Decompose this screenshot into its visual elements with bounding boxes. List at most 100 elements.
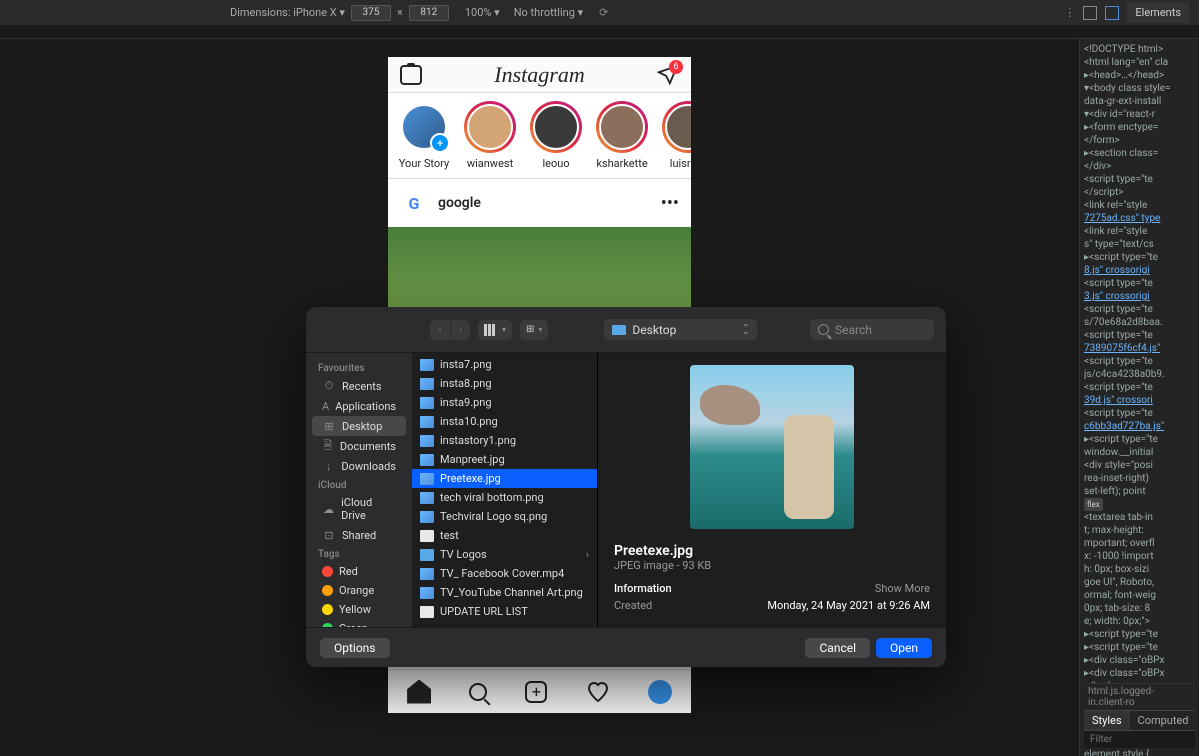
source-line[interactable]: <!DOCTYPE html> <box>1084 43 1195 56</box>
source-line[interactable]: ▸<div class="oBPx <box>1084 654 1195 667</box>
rotate-icon[interactable]: ⟳ <box>599 6 608 19</box>
source-line[interactable]: e; width: 0px;"> <box>1084 615 1195 628</box>
source-line[interactable]: <div style="posi <box>1084 459 1195 472</box>
source-line[interactable]: ▸<script type="te <box>1084 641 1195 654</box>
source-line[interactable]: ▸<script type="te <box>1084 433 1195 446</box>
tag-orange[interactable]: Orange <box>312 581 406 600</box>
file-row[interactable]: tech viral bottom.png <box>412 488 597 507</box>
source-line[interactable]: 8.js" crossorigi <box>1084 264 1195 277</box>
stories-row[interactable]: Your Story wianwest leouo ksharkette luisraf… <box>388 93 691 179</box>
source-line[interactable]: c6bb3ad727ba.js" <box>1084 420 1195 433</box>
source-line[interactable]: 0px; tab-size: 8 <box>1084 602 1195 615</box>
source-line[interactable]: set-left); point <box>1084 485 1195 498</box>
file-row[interactable]: UPDATE URL LIST <box>412 602 597 621</box>
source-line[interactable]: h: 0px; box-sizi <box>1084 563 1195 576</box>
source-line[interactable]: <script type="te <box>1084 303 1195 316</box>
more-icon[interactable]: ⋮ <box>1064 6 1075 19</box>
source-line[interactable]: </div> <box>1084 160 1195 173</box>
post-username[interactable]: google <box>438 195 651 211</box>
tag-yellow[interactable]: Yellow <box>312 600 406 619</box>
source-line[interactable]: <script type="te <box>1084 277 1195 290</box>
file-row[interactable]: insta8.png <box>412 374 597 393</box>
source-line[interactable]: 7389075f6cf4.js" <box>1084 342 1195 355</box>
file-row[interactable]: Techviral Logo sq.png <box>412 507 597 526</box>
dimensions-dropdown[interactable]: Dimensions: iPhone X ▾ <box>230 6 345 19</box>
file-row[interactable]: Preetexe.jpg <box>412 469 597 488</box>
styles-filter[interactable] <box>1084 731 1195 748</box>
file-row[interactable]: insta10.png <box>412 412 597 431</box>
zoom-dropdown[interactable]: 100% ▾ <box>465 6 500 19</box>
back-button[interactable]: ‹ <box>430 320 450 340</box>
file-row[interactable]: Manpreet.jpg <box>412 450 597 469</box>
file-row[interactable]: insta7.png <box>412 355 597 374</box>
sidebar-item-applications[interactable]: AApplications <box>312 396 406 416</box>
google-avatar[interactable]: G <box>400 189 428 217</box>
home-icon[interactable] <box>407 680 431 704</box>
messages-icon[interactable] <box>657 64 679 86</box>
source-line[interactable]: ▸<script type="te <box>1084 628 1195 641</box>
story-item[interactable]: ksharkette <box>596 101 648 170</box>
throttling-dropdown[interactable]: No throttling ▾ <box>514 6 583 19</box>
cancel-button[interactable]: Cancel <box>805 638 870 658</box>
tag-red[interactable]: Red <box>312 562 406 581</box>
sidebar-item-icloud-drive[interactable]: ☁iCloud Drive <box>312 493 406 525</box>
story-item[interactable]: leouo <box>530 101 582 170</box>
search-icon[interactable] <box>469 683 487 701</box>
source-line[interactable]: rea-inset-right) <box>1084 472 1195 485</box>
source-line[interactable]: </script> <box>1084 186 1195 199</box>
file-row[interactable]: TV Logos <box>412 545 597 564</box>
source-line[interactable]: <script type="te <box>1084 407 1195 420</box>
source-line[interactable]: goe UI", Roboto, <box>1084 576 1195 589</box>
story-item[interactable]: wianwest <box>464 101 516 170</box>
source-line[interactable]: ormal; font-weig <box>1084 589 1195 602</box>
source-line[interactable]: data-gr-ext-install <box>1084 95 1195 108</box>
width-input[interactable] <box>351 5 391 21</box>
source-line[interactable]: <script type="te <box>1084 355 1195 368</box>
file-row[interactable]: TV_ Facebook Cover.mp4 <box>412 564 597 583</box>
activity-icon[interactable] <box>586 680 610 704</box>
story-item[interactable]: Your Story <box>398 101 450 170</box>
source-line[interactable]: ▾<div id="react-r <box>1084 108 1195 121</box>
view-mode-columns[interactable]: ▾ <box>478 320 512 340</box>
open-button[interactable]: Open <box>876 638 932 658</box>
source-line[interactable]: <textarea tab-in <box>1084 511 1195 524</box>
source-line[interactable]: ▸<div class="oBPx <box>1084 667 1195 680</box>
inspect-icon[interactable] <box>1083 6 1097 20</box>
source-line[interactable]: <script type="te <box>1084 173 1195 186</box>
source-line[interactable]: s" type="text/cs <box>1084 238 1195 251</box>
source-line[interactable]: ▾<body class style= <box>1084 82 1195 95</box>
file-row[interactable]: insta9.png <box>412 393 597 412</box>
sidebar-item-documents[interactable]: 🗎Documents <box>312 436 406 456</box>
source-line[interactable]: js/c4ca4238a0b9. <box>1084 368 1195 381</box>
profile-icon[interactable] <box>648 680 672 704</box>
sidebar-item-recents[interactable]: ⏱Recents <box>312 376 406 396</box>
style-rule[interactable]: element.style { <box>1084 748 1195 756</box>
source-line[interactable]: </form> <box>1084 134 1195 147</box>
post-more-icon[interactable]: ••• <box>661 193 679 214</box>
source-line[interactable]: <html lang="en" cla <box>1084 56 1195 69</box>
story-item[interactable]: luisrafa <box>662 101 691 170</box>
file-row[interactable]: instastory1.png <box>412 431 597 450</box>
sidebar-item-shared[interactable]: ⊡Shared <box>312 525 406 545</box>
file-row[interactable]: TV_YouTube Channel Art.png <box>412 583 597 602</box>
source-line[interactable]: ▸<head>…</head> <box>1084 69 1195 82</box>
sidebar-item-desktop[interactable]: ⊞Desktop <box>312 416 406 436</box>
show-more-link[interactable]: Show More <box>875 582 930 595</box>
source-line[interactable]: ▸<script type="te <box>1084 251 1195 264</box>
styles-tab[interactable]: Styles <box>1084 711 1130 730</box>
computed-tab[interactable]: Computed <box>1130 711 1197 730</box>
source-line[interactable]: flex <box>1084 498 1195 511</box>
options-button[interactable]: Options <box>320 638 390 658</box>
source-line[interactable]: 39d.js" crossori <box>1084 394 1195 407</box>
file-row[interactable]: test <box>412 526 597 545</box>
source-line[interactable]: mportant; overfl <box>1084 537 1195 550</box>
elements-panel[interactable]: <!DOCTYPE html><html lang="en" cla▸<head… <box>1079 39 1199 756</box>
source-line[interactable]: s/70e68a2d8baa. <box>1084 316 1195 329</box>
view-mode-grid[interactable]: ⊞ ▾ <box>520 320 548 340</box>
source-line[interactable]: <link rel="style <box>1084 225 1195 238</box>
tag-green[interactable]: Green <box>312 619 406 627</box>
camera-icon[interactable] <box>400 65 422 85</box>
source-line[interactable]: x: -1000 !import <box>1084 550 1195 563</box>
source-line[interactable]: window.__initial <box>1084 446 1195 459</box>
source-line[interactable]: <script type="te <box>1084 329 1195 342</box>
